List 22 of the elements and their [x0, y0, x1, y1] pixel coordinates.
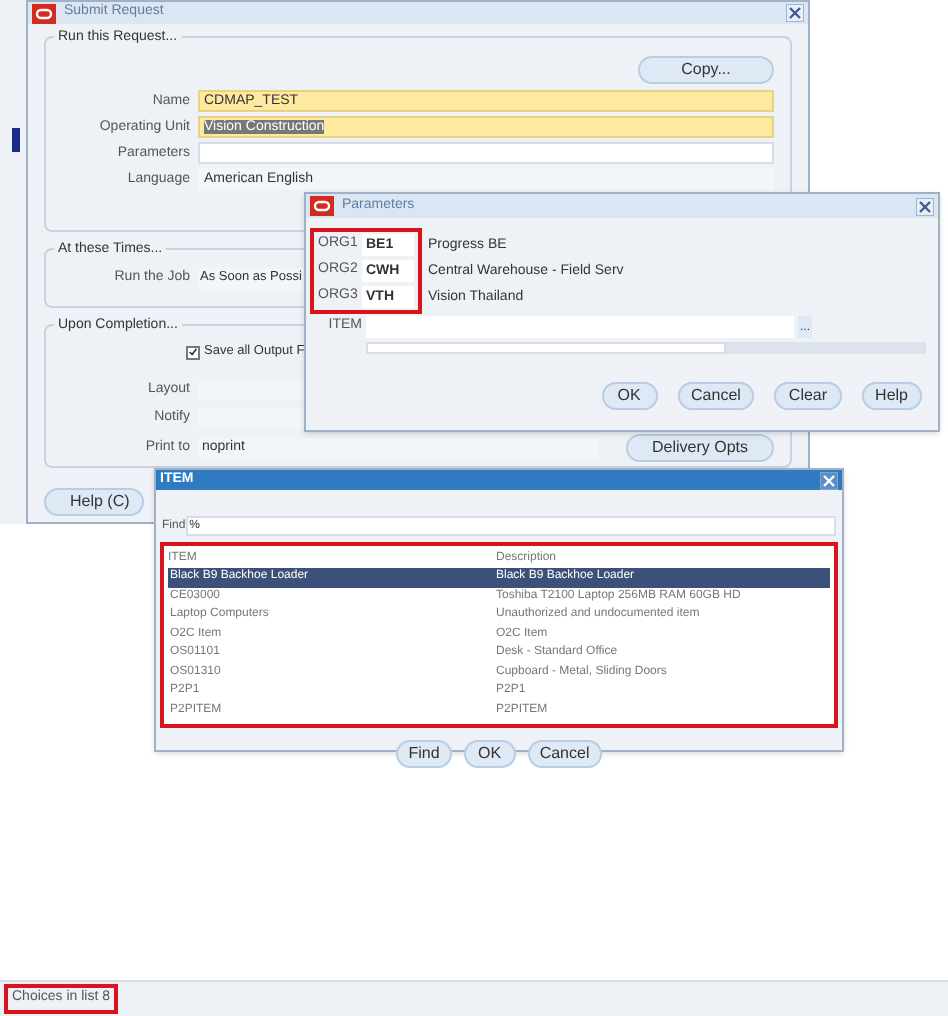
dialog-button[interactable]: Find — [396, 740, 452, 768]
close-icon[interactable] — [916, 197, 934, 215]
dialog-button[interactable]: OK — [463, 740, 516, 768]
input-field[interactable] — [198, 407, 306, 428]
input-field[interactable] — [198, 380, 306, 401]
horizontal-scrollbar[interactable] — [366, 342, 926, 354]
close-icon[interactable] — [786, 4, 804, 23]
dialog-button[interactable]: Help — [861, 382, 922, 410]
dialog-button[interactable]: OK — [601, 382, 658, 410]
dialog-button[interactable]: Clear — [774, 382, 842, 410]
close-icon[interactable] — [820, 471, 838, 489]
checkbox[interactable] — [186, 345, 200, 360]
help-button[interactable]: Help (C) — [44, 488, 144, 517]
app-logo-icon — [32, 3, 56, 24]
dialog-button[interactable]: Cancel — [677, 382, 755, 410]
delivery-opts-button[interactable]: Delivery Opts — [625, 434, 774, 463]
dialog-button[interactable]: Cancel — [527, 740, 602, 768]
input-field[interactable] — [198, 142, 774, 165]
app-logo-icon — [310, 196, 334, 216]
selection-marker — [12, 128, 20, 152]
input-field[interactable] — [366, 316, 794, 338]
copy-button[interactable]: Copy... — [638, 56, 774, 85]
